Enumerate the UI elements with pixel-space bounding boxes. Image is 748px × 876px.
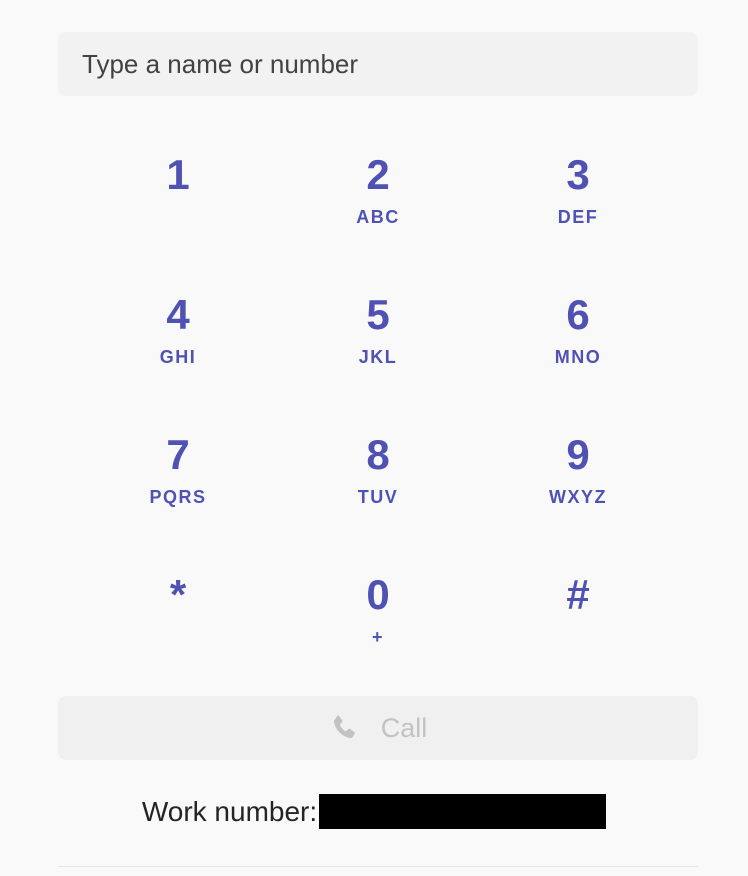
search-box[interactable] xyxy=(58,32,698,96)
dial-key-digit: 3 xyxy=(566,151,590,198)
work-number-label: Work number: xyxy=(141,795,318,827)
dial-key-digit: * xyxy=(169,571,187,618)
call-button[interactable]: Call xyxy=(58,696,698,760)
dial-key-5[interactable]: 5 JKL xyxy=(278,270,478,410)
dial-key-3[interactable]: 3 DEF xyxy=(478,130,678,270)
dial-key-letters: + xyxy=(371,627,384,647)
search-input[interactable] xyxy=(58,32,698,96)
dial-key-1[interactable]: 1 xyxy=(78,130,278,270)
dial-key-letters: DEF xyxy=(557,207,599,227)
dial-key-digit: # xyxy=(566,571,590,618)
dial-key-letters: PQRS xyxy=(149,487,207,507)
dial-key-digit: 8 xyxy=(366,431,390,478)
dial-key-digit: 6 xyxy=(566,291,590,338)
dial-key-letters: WXYZ xyxy=(549,487,607,507)
dial-key-letters: JKL xyxy=(358,347,398,367)
dial-key-0[interactable]: 0 + xyxy=(278,550,478,690)
dial-key-letters: MNO xyxy=(554,347,602,367)
dial-key-8[interactable]: 8 TUV xyxy=(278,410,478,550)
dial-key-6[interactable]: 6 MNO xyxy=(478,270,678,410)
dial-key-letters: TUV xyxy=(357,487,399,507)
dial-key-digit: 5 xyxy=(366,291,390,338)
work-number-row: Work number: xyxy=(0,794,748,829)
dial-key-4[interactable]: 4 GHI xyxy=(78,270,278,410)
dial-key-digit: 4 xyxy=(166,291,190,338)
dial-key-letters: GHI xyxy=(159,347,197,367)
dial-key-digit: 9 xyxy=(566,431,590,478)
dial-pad: 1 2 ABC 3 DEF 4 GHI 5 JKL 6 MNO 7 PQRS 8… xyxy=(78,130,678,690)
dial-key-digit: 7 xyxy=(166,431,190,478)
dial-key-digit: 1 xyxy=(166,151,190,198)
dial-key-star[interactable]: * xyxy=(78,550,278,690)
dial-key-digit: 2 xyxy=(366,151,390,198)
redacted-work-number xyxy=(319,794,607,829)
call-label: Call xyxy=(380,712,428,743)
dial-key-letters: ABC xyxy=(356,207,400,227)
phone-icon xyxy=(329,711,359,745)
dial-key-9[interactable]: 9 WXYZ xyxy=(478,410,678,550)
dial-key-digit: 0 xyxy=(366,571,390,618)
dial-key-2[interactable]: 2 ABC xyxy=(278,130,478,270)
divider xyxy=(58,866,698,867)
dial-key-hash[interactable]: # xyxy=(478,550,678,690)
dial-key-7[interactable]: 7 PQRS xyxy=(78,410,278,550)
